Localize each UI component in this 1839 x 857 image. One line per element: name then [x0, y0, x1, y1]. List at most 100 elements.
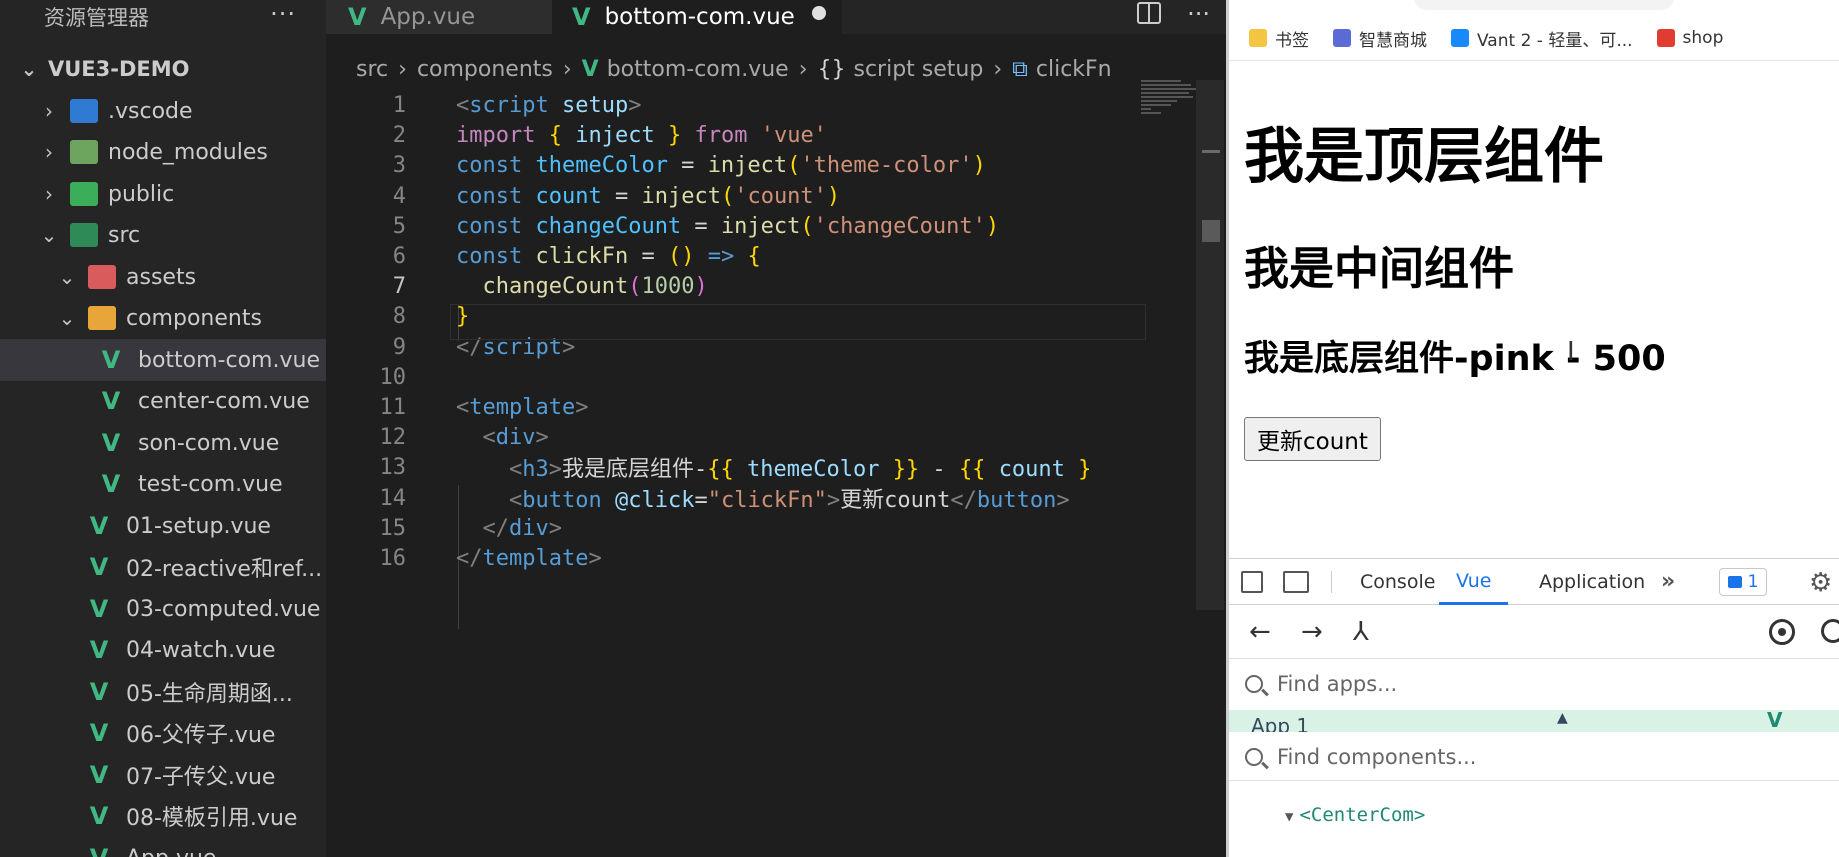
code-token: changeCount [482, 273, 629, 299]
more-tabs-icon[interactable]: » [1661, 569, 1675, 594]
line-number: 7 [392, 273, 406, 299]
select-component-icon[interactable] [1769, 619, 1795, 645]
vertical-scrollbar[interactable] [1196, 80, 1224, 610]
inspect-element-icon[interactable] [1241, 571, 1263, 593]
update-count-button[interactable]: 更新count [1244, 417, 1381, 461]
breadcrumb-item[interactable]: src [356, 57, 388, 82]
tree-item[interactable]: Vtest-com.vue [0, 463, 326, 505]
line-number: 15 [379, 515, 407, 541]
tree-item[interactable]: ⌄ assets [0, 256, 326, 298]
tree-item-label: 03-computed.vue [126, 596, 321, 622]
code-token: 1000 [641, 273, 695, 299]
project-root[interactable]: ⌄ VUE3-DEMO [0, 48, 326, 90]
tree-item[interactable]: V 03-computed.vue [0, 588, 326, 630]
issues-badge[interactable]: 1 [1719, 568, 1767, 596]
code-token: script [469, 92, 549, 118]
public-folder-icon [70, 182, 98, 206]
arrow-left-icon[interactable]: ← [1249, 617, 1271, 647]
tree-item[interactable]: V App.vue [0, 837, 326, 857]
tree-item[interactable]: Vcenter-com.vue [0, 380, 326, 422]
bookmark-item[interactable]: Vant 2 - 轻量、可... [1451, 26, 1633, 51]
tree-item[interactable]: › public [0, 173, 326, 215]
code-token: 'theme-color' [800, 152, 973, 178]
app-selector[interactable]: App 1 ▲ V [1229, 710, 1839, 732]
code-token: setup [561, 92, 629, 118]
line-text: changeCount(1000) [456, 274, 708, 299]
editor-actions: ··· [1137, 0, 1210, 28]
tree-item[interactable]: ⌄ components [0, 297, 326, 339]
breadcrumb-item[interactable]: bottom-com.vue [607, 57, 789, 82]
tree-item-label: public [108, 181, 175, 207]
breadcrumb-item[interactable]: components [417, 57, 553, 82]
tree-item[interactable]: ⌄ src [0, 214, 326, 256]
tree-item-label: 04-watch.vue [126, 637, 276, 663]
unsaved-dot-icon[interactable] [812, 6, 826, 20]
gear-icon[interactable]: ⚙ [1809, 568, 1832, 598]
tree-item[interactable]: V 04-watch.vue [0, 629, 326, 671]
device-toolbar-icon[interactable] [1283, 571, 1309, 593]
more-actions-icon[interactable]: ··· [270, 0, 296, 28]
tree-item[interactable]: V 01-setup.vue [0, 505, 326, 547]
tab-application[interactable]: Application [1539, 559, 1645, 605]
tree-item-label: bottom-com.vue [138, 347, 320, 373]
node-folder-icon [70, 140, 98, 164]
tab-console[interactable]: Console [1360, 559, 1435, 605]
tree-item[interactable]: V 08-模板引用.vue [0, 795, 326, 837]
refresh-icon[interactable] [1821, 619, 1839, 643]
tree-item[interactable]: Vson-com.vue [0, 422, 326, 464]
address-bar-strip [1229, 0, 1839, 14]
component-tree-icon[interactable]: ⅄ [1353, 617, 1369, 647]
tree-item-label: src [108, 222, 141, 248]
vue-file-icon: V [101, 346, 121, 374]
code-token: > [548, 515, 562, 541]
bookmark-icon [1656, 29, 1675, 47]
arrow-right-icon[interactable]: → [1301, 617, 1323, 647]
breadcrumb-item[interactable]: clickFn [1036, 57, 1112, 82]
scrollbar-thumb[interactable] [1202, 220, 1220, 242]
tab-app-vue[interactable]: V App.vue [326, 0, 552, 34]
bookmark-item[interactable]: shop [1656, 28, 1723, 48]
tab-vue[interactable]: Vue [1439, 559, 1509, 605]
bookmark-item[interactable]: 智慧商城 [1333, 26, 1427, 51]
editor-tab-bar: V App.vue V bottom-com.vue ··· [326, 0, 1226, 34]
find-components-input[interactable] [1277, 744, 1677, 769]
code-token: 'vue' [760, 122, 827, 148]
tree-item[interactable]: V 06-父传子.vue [0, 712, 326, 754]
scrollbar-marker [1202, 150, 1220, 153]
find-apps-input[interactable] [1277, 672, 1677, 696]
component-tree-node[interactable]: ▼ <CenterCom> [1285, 804, 1425, 826]
tab-bottom-com-vue[interactable]: V bottom-com.vue [552, 0, 842, 34]
code-line[interactable]: 16 </template> [326, 540, 602, 576]
tab-label: bottom-com.vue [604, 4, 795, 30]
more-actions-icon[interactable]: ··· [1187, 0, 1210, 28]
code-token: </ [456, 545, 483, 571]
code-token: div [495, 424, 536, 450]
breadcrumb-item[interactable]: script setup [854, 57, 984, 82]
tree-item[interactable]: Vbottom-com.vue [0, 339, 326, 381]
line-number: 10 [379, 364, 407, 390]
split-editor-icon[interactable] [1137, 2, 1162, 24]
code-token: template [469, 394, 576, 420]
line-number: 6 [392, 243, 406, 269]
chevron-up-icon: ▲ [1557, 710, 1568, 726]
address-bar[interactable] [1414, 0, 1674, 10]
tree-item[interactable]: › .vscode [0, 90, 326, 132]
code-token: themeColor [746, 457, 880, 482]
line-text: import { inject } from 'vue' [456, 123, 827, 148]
code-token: const [456, 152, 523, 178]
code-token: } [667, 122, 682, 148]
tree-item[interactable]: V 02-reactive和ref... [0, 546, 326, 588]
caret-down-icon[interactable]: ▼ [1285, 809, 1293, 825]
line-number: 8 [392, 303, 406, 329]
bookmark-item[interactable]: 书签 [1249, 26, 1309, 51]
tree-item[interactable]: V 05-生命周期函... [0, 671, 326, 713]
code-token: count [535, 183, 602, 209]
vue-file-icon: V [101, 429, 121, 457]
code-token: count [998, 457, 1065, 482]
tree-item[interactable]: › node_modules [0, 131, 326, 173]
tree-item[interactable]: V 07-子传父.vue [0, 754, 326, 796]
vue-file-icon: V [101, 387, 121, 415]
